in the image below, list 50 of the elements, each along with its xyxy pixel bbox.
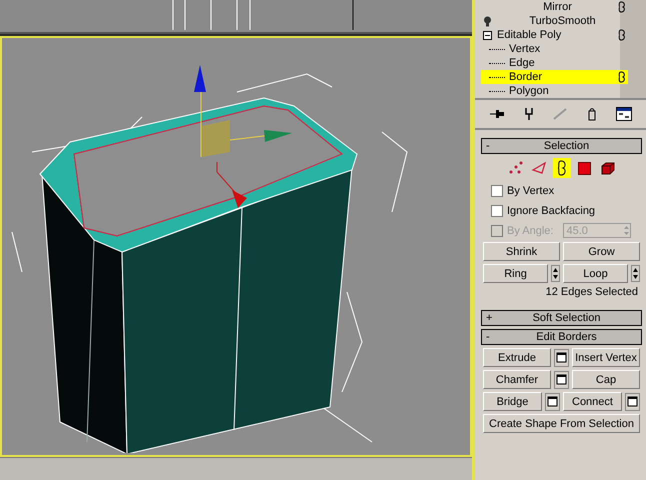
angle-spinner-field: 45.0 [563,223,632,238]
collapse-box-icon[interactable] [483,30,492,40]
subobject-item[interactable]: Edge [481,56,628,70]
light-bulb-icon[interactable] [483,16,492,26]
option-label: By Vertex [507,184,554,196]
command-button[interactable]: Grow [563,242,640,261]
subobject-item[interactable]: Border [481,70,628,84]
spinner-arrows-icon [623,225,630,236]
rollout-title: Selection [542,140,590,152]
settings-window-icon[interactable] [554,370,569,388]
command-button[interactable]: Connect [563,392,622,411]
settings-window-icon[interactable] [554,348,569,366]
command-button[interactable]: Extrude [483,348,551,367]
command-button[interactable]: Shrink [483,242,560,261]
command-button[interactable]: Bridge [483,392,542,411]
rollout-header[interactable]: - Edit Borders [481,329,642,345]
rollout-title: Soft Selection [532,312,602,324]
selection-status-text: 12 Edges Selected [544,286,639,298]
tuning-fork-icon[interactable] [524,107,534,121]
command-button[interactable]: Chamfer [483,370,551,389]
command-button[interactable]: Create Shape From Selection [483,414,640,433]
rollout-header[interactable]: + Soft Selection [481,310,642,326]
modifier-stack-item[interactable]: Editable Poly [481,28,628,42]
option-label: Ignore Backfacing [507,204,596,216]
rollout-title: Edit Borders [535,331,598,343]
spinner-arrows-icon[interactable] [631,265,640,282]
collapse-sign: + [486,312,494,324]
collapse-sign: - [486,331,491,343]
settings-window-icon[interactable] [625,392,640,410]
command-button[interactable]: Loop [563,264,628,283]
settings-window-icon[interactable] [545,392,560,410]
transform-gizmo-icon[interactable] [194,65,292,208]
subobject-item[interactable]: Polygon [481,84,628,98]
rollout-header[interactable]: - Selection [481,138,642,154]
collapse-sign: - [486,140,491,152]
perspective-viewport[interactable] [0,36,472,457]
modifier-stack-item[interactable]: Mirror [481,0,628,14]
command-button[interactable]: Ring [483,264,548,283]
trash-can-icon[interactable] [586,107,597,121]
pin-icon[interactable] [488,108,505,120]
configure-sets-icon[interactable] [616,107,632,121]
command-button[interactable]: Cap [572,370,640,389]
border-loop-icon[interactable] [552,158,570,178]
subobject-item[interactable]: Vertex [481,42,628,56]
modifier-stack-item[interactable]: TurboSmooth [481,14,628,28]
checkbox[interactable] [491,204,503,216]
checkbox[interactable] [491,184,503,196]
spinner-arrows-icon[interactable] [551,265,560,282]
command-button[interactable]: Insert Vertex [572,348,640,367]
option-label: By Angle: [507,224,554,236]
